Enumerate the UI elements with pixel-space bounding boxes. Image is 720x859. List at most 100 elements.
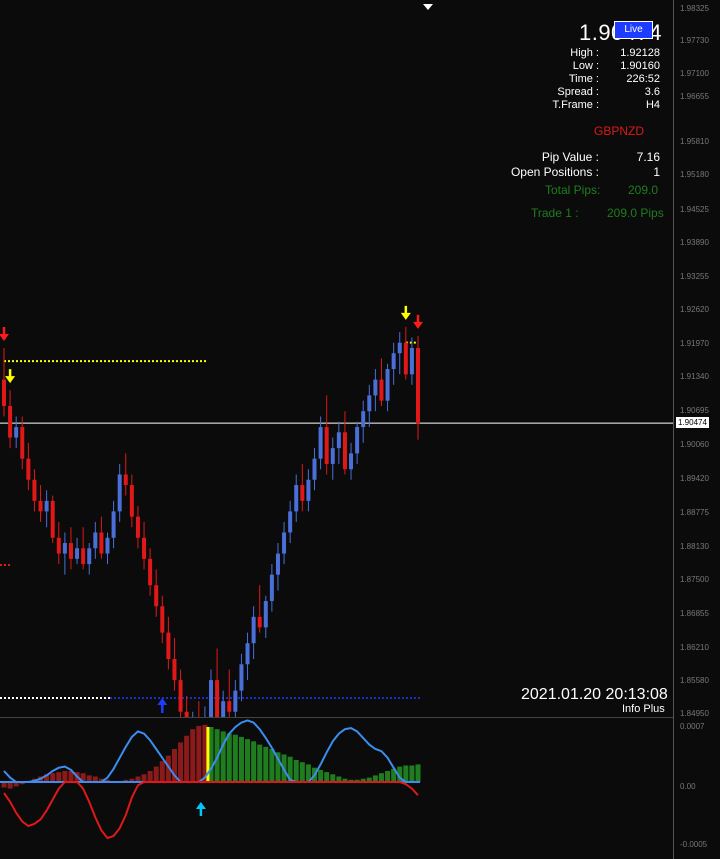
price-tick: 1.98325 [680, 4, 709, 14]
histogram-bar [153, 766, 159, 782]
candle-body [178, 680, 183, 712]
price-tick: 1.94525 [680, 204, 709, 214]
histogram-bar [245, 739, 251, 782]
price-tick: 1.88775 [680, 507, 709, 517]
candle-body [99, 532, 104, 554]
histogram-bar [56, 772, 62, 782]
candle-body [75, 548, 80, 559]
price-tick: 1.86210 [680, 642, 709, 652]
oscillator-chart[interactable] [0, 717, 673, 859]
candle-body [87, 548, 92, 565]
candle-body [330, 448, 335, 464]
price-tick: 1.84950 [680, 709, 709, 719]
symbol-label: GBPNZD [594, 124, 645, 138]
candle-body [221, 701, 226, 717]
histogram-bar [299, 762, 305, 782]
price-tick: 1.85580 [680, 676, 709, 686]
stat-label: Low : [572, 60, 599, 72]
histogram-bar [190, 729, 196, 782]
histogram-bar [293, 760, 299, 782]
candle-body [275, 553, 280, 575]
stat-value: H4 [645, 99, 660, 111]
panel-divider[interactable] [0, 717, 673, 718]
oscillator-tick: 0.0007 [680, 722, 705, 731]
candle-body [367, 395, 372, 412]
candle-body [26, 458, 31, 480]
candle-body [129, 485, 134, 517]
candle-body [257, 616, 262, 628]
candle-body [416, 347, 420, 424]
candle-body [123, 474, 128, 486]
candle-body [355, 427, 360, 454]
candle-body [391, 353, 396, 370]
candle-body [397, 342, 402, 354]
stat-value: 226:52 [626, 73, 660, 85]
candle-body [245, 643, 250, 665]
account-value: 1 [653, 165, 660, 179]
histogram-bar [226, 733, 232, 782]
candle-body [312, 458, 317, 480]
histogram-bar [269, 749, 275, 782]
candle-body [288, 511, 293, 533]
candle-body [373, 379, 378, 396]
histogram-bar [251, 741, 257, 782]
price-tick: 1.91340 [680, 372, 709, 382]
candle-body [227, 701, 232, 712]
total-pips-value: 209.0 [628, 183, 659, 197]
candle-body [282, 532, 287, 554]
histogram-bar [184, 735, 190, 782]
candle-body [142, 537, 147, 559]
histogram-bar [159, 761, 165, 782]
candle-body [318, 427, 323, 459]
live-badge[interactable]: Live [614, 21, 653, 39]
total-pips-label: Total Pips: [545, 183, 601, 197]
datetime: 2021.01.20 20:13:08 [521, 686, 668, 703]
candle-body [56, 537, 61, 554]
histogram-bar [50, 773, 56, 782]
oscillator-tick: -0.0005 [680, 840, 708, 849]
candle-body [148, 558, 153, 586]
candle-body [68, 543, 73, 559]
price-axis[interactable]: 1.98325 1.97730 1.97100 1.96655 1.95810 1.951… [673, 0, 720, 859]
price-tick: 1.90695 [680, 406, 709, 416]
candle-body [93, 532, 98, 549]
candle-body [294, 485, 299, 512]
candle-body [306, 479, 311, 501]
stat-value: 3.6 [644, 86, 660, 98]
stat-label: Spread : [557, 86, 599, 98]
stat-value: 1.90160 [620, 60, 660, 72]
candle-body [233, 690, 238, 712]
price-tick: 1.87500 [680, 574, 709, 584]
candle-body [324, 427, 329, 464]
price-tick: 1.86855 [680, 608, 709, 618]
signal-arrow-icon [5, 376, 16, 384]
price-tick: 1.88130 [680, 541, 709, 551]
shift-marker-icon[interactable] [423, 4, 433, 11]
candle-body [160, 606, 165, 633]
histogram-bar [220, 731, 226, 782]
candle-body [8, 405, 13, 438]
candle-body [44, 500, 49, 512]
signal-arrow-icon [0, 333, 9, 341]
candle-body [172, 659, 177, 681]
candle-body [215, 680, 220, 717]
candle-body [409, 347, 414, 375]
current-price-tag: 1.90474 [676, 417, 709, 429]
stat-label: Time : [568, 73, 599, 85]
price-tick: 1.95810 [680, 136, 709, 146]
candle-body [111, 511, 116, 538]
histogram-bar [330, 774, 336, 782]
price-tick: 1.91970 [680, 339, 709, 349]
candle-body [20, 427, 25, 459]
price-tick: 1.97100 [680, 68, 709, 78]
price-tick: 1.93890 [680, 238, 709, 248]
histogram-bar [409, 765, 415, 782]
stat-label: High : [570, 47, 599, 59]
trend-arrow-icon [157, 698, 168, 705]
candle-body [336, 432, 341, 449]
price-tick: 1.90060 [680, 439, 709, 449]
histogram-bar [385, 771, 391, 782]
candle-body [135, 516, 140, 538]
candle-body [50, 500, 55, 538]
candle-body [62, 543, 67, 554]
